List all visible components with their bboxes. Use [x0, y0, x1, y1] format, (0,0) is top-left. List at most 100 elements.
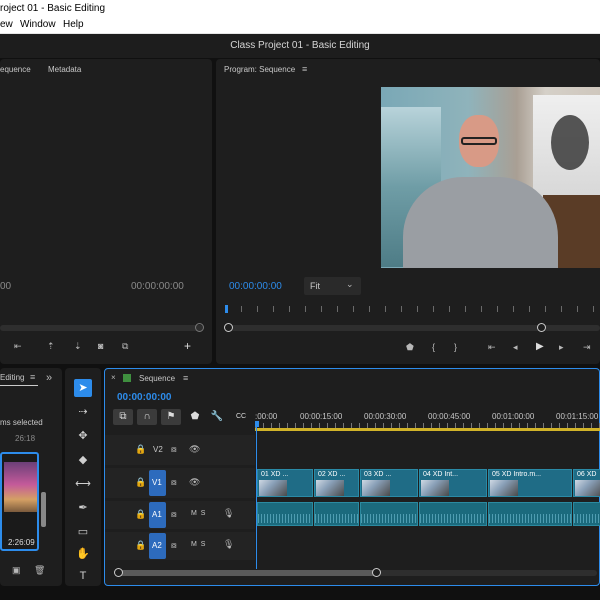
- ripple-edit-icon[interactable]: ✥: [65, 426, 101, 446]
- toggle-sync-icon[interactable]: ⧇: [171, 509, 177, 520]
- add-marker-icon[interactable]: ⬟: [185, 409, 205, 425]
- selection-tool-icon[interactable]: ➤: [74, 379, 92, 397]
- trash-icon[interactable]: 🗑: [34, 565, 45, 576]
- video-clip[interactable]: 03 XD ...: [360, 469, 418, 497]
- source-scroll-handle[interactable]: [195, 323, 204, 332]
- tab-program[interactable]: Program: Sequence: [224, 65, 295, 74]
- fit-dropdown[interactable]: Fit ⌄: [304, 277, 361, 295]
- eye-icon[interactable]: 👁: [189, 477, 200, 488]
- sequence-timecode[interactable]: 00:00:00:00: [117, 392, 171, 403]
- tab-editing[interactable]: Editing: [0, 373, 24, 382]
- mark-in-icon[interactable]: {: [432, 342, 435, 352]
- panel-menu-icon[interactable]: ≡: [183, 373, 188, 383]
- video-clip[interactable]: 05 XD Intro.m...: [488, 469, 572, 497]
- timeline-zoom-thumb[interactable]: [117, 570, 379, 576]
- audio-clip[interactable]: [488, 502, 572, 526]
- zoom-handle-left[interactable]: [114, 568, 123, 577]
- add-button-icon[interactable]: +: [184, 339, 191, 353]
- work-area-bar[interactable]: [255, 428, 600, 431]
- mute-solo-a2[interactable]: M S: [191, 541, 205, 548]
- program-video-frame: [381, 87, 600, 268]
- step-back-icon[interactable]: ◂: [513, 342, 518, 353]
- linked-selection-icon[interactable]: ⚑: [161, 409, 181, 425]
- track-target-a2[interactable]: A2: [149, 533, 166, 559]
- source-scrollbar[interactable]: [0, 325, 203, 331]
- lock-icon[interactable]: 🔒: [135, 509, 146, 520]
- project-title: Class Project 01 - Basic Editing: [0, 34, 600, 58]
- video-clip[interactable]: 06 XD ...: [573, 469, 600, 497]
- mark-out-icon[interactable]: }: [454, 342, 457, 352]
- zoom-handle-right[interactable]: [537, 323, 546, 332]
- fit-label: Fit: [310, 281, 320, 291]
- lock-icon[interactable]: 🔒: [135, 477, 146, 488]
- snap-icon[interactable]: ∩: [137, 409, 157, 425]
- lock-icon[interactable]: 🔒: [135, 540, 146, 551]
- toggle-sync-icon[interactable]: ⧇: [171, 444, 177, 455]
- close-icon[interactable]: ×: [111, 373, 116, 382]
- clip-thumbnail-card[interactable]: 2:26:09: [0, 452, 39, 551]
- mute-solo-a1[interactable]: M S: [191, 510, 205, 517]
- track-target-v1[interactable]: V1: [149, 470, 166, 496]
- toggle-sync-icon[interactable]: ⧇: [171, 477, 177, 488]
- camera-icon[interactable]: ◙: [98, 341, 103, 351]
- hand-icon[interactable]: ✋: [65, 544, 101, 564]
- menu-window[interactable]: Window: [20, 17, 56, 33]
- clip-name: 04 XD Int...: [423, 471, 459, 478]
- lift-icon[interactable]: ⇡: [47, 341, 55, 352]
- timeline-ruler[interactable]: :00:00 00:00:15:00 00:00:30:00 00:00:45:…: [255, 409, 600, 431]
- video-clip[interactable]: 02 XD ...: [314, 469, 359, 497]
- toggle-sync-icon[interactable]: ⧇: [171, 540, 177, 551]
- menu-bar: ew Window Help: [0, 17, 600, 34]
- tab-sequence-timeline[interactable]: Sequence: [139, 374, 175, 383]
- new-item-icon[interactable]: ▣: [12, 565, 21, 576]
- ruler-label-1: 00:00:15:00: [300, 412, 343, 421]
- rectangle-icon[interactable]: ▭: [65, 522, 101, 542]
- microphone-icon[interactable]: 🎙: [223, 539, 234, 550]
- step-forward-icon[interactable]: ▸: [559, 342, 564, 353]
- audio-clip[interactable]: [360, 502, 418, 526]
- go-to-out-icon[interactable]: ⇥: [583, 342, 591, 353]
- wrench-icon[interactable]: 🔧: [207, 409, 227, 425]
- program-playhead[interactable]: [225, 305, 228, 313]
- menu-view[interactable]: ew: [0, 17, 13, 33]
- marker-icon[interactable]: ⬟: [406, 342, 414, 353]
- pen-icon[interactable]: ✒: [65, 498, 101, 518]
- clip-thumb: [259, 480, 287, 496]
- nest-icon[interactable]: ⧉: [113, 409, 133, 425]
- video-clip[interactable]: 01 XD ...: [257, 469, 313, 497]
- project-scrollbar[interactable]: [41, 492, 46, 527]
- microphone-icon[interactable]: 🎙: [223, 508, 234, 519]
- video-clip[interactable]: 04 XD Int...: [419, 469, 487, 497]
- program-ruler[interactable]: [225, 306, 600, 312]
- extract-icon[interactable]: ⇣: [74, 341, 82, 352]
- clip-name: 02 XD ...: [318, 471, 346, 478]
- captions-icon[interactable]: CC: [231, 409, 251, 425]
- zoom-handle-right[interactable]: [372, 568, 381, 577]
- panel-menu-icon[interactable]: ≡: [302, 64, 307, 74]
- tab-underline: [0, 385, 38, 386]
- slip-icon[interactable]: ⟷: [65, 474, 101, 494]
- eye-icon[interactable]: 👁: [189, 444, 200, 455]
- more-panels-icon[interactable]: »: [46, 372, 52, 384]
- program-timecode[interactable]: 00:00:00:00: [229, 281, 282, 292]
- zoom-handle-left[interactable]: [224, 323, 233, 332]
- audio-clip[interactable]: [419, 502, 487, 526]
- clip-duration: 2:26:09: [8, 538, 35, 547]
- razor-icon[interactable]: ◆: [65, 450, 101, 470]
- go-to-in-icon[interactable]: ⇤: [488, 342, 496, 353]
- lock-icon[interactable]: 🔒: [135, 444, 146, 455]
- audio-clip[interactable]: [257, 502, 313, 526]
- menu-help[interactable]: Help: [63, 17, 84, 33]
- tab-sequence[interactable]: equence: [0, 65, 31, 74]
- tab-metadata[interactable]: Metadata: [48, 65, 81, 74]
- track-header-v2: 🔒 V2 ⧇ 👁: [105, 435, 255, 465]
- type-tool-icon[interactable]: T: [65, 566, 101, 586]
- play-icon[interactable]: ▶: [536, 341, 544, 352]
- track-target-a1[interactable]: A1: [149, 502, 166, 528]
- panel-menu-icon[interactable]: ≡: [30, 372, 35, 382]
- insert-icon[interactable]: ⇤: [14, 341, 22, 352]
- audio-clip[interactable]: [573, 502, 600, 526]
- compare-icon[interactable]: ⧉: [122, 341, 128, 352]
- audio-clip[interactable]: [314, 502, 359, 526]
- track-select-icon[interactable]: ⇢: [65, 402, 101, 422]
